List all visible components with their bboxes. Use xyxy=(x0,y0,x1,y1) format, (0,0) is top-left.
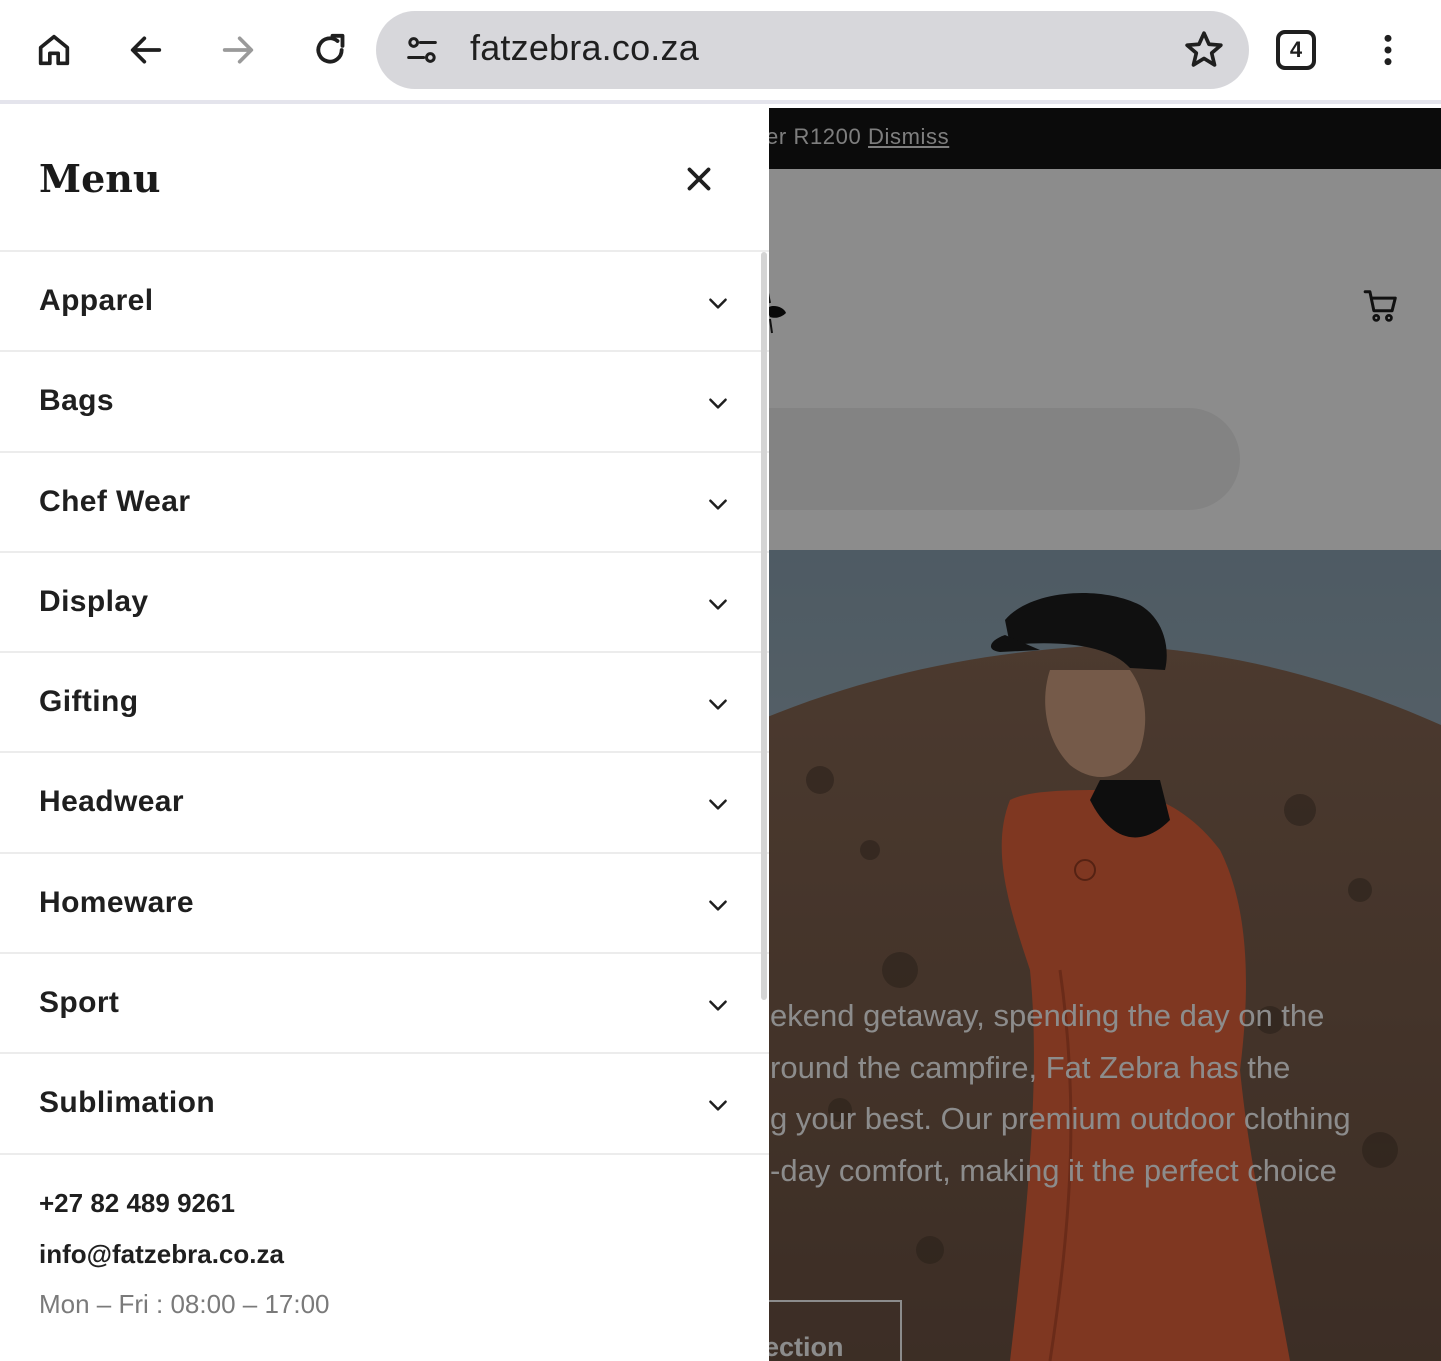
chevron-down-icon[interactable] xyxy=(705,992,731,1018)
drawer-scrollbar[interactable] xyxy=(761,252,767,1000)
menu-item-apparel[interactable]: Apparel xyxy=(0,252,769,353)
menu-item-chef-wear[interactable]: Chef Wear xyxy=(0,453,769,553)
drawer-title: Menu xyxy=(39,156,161,201)
chevron-down-icon[interactable] xyxy=(705,1092,731,1118)
menu-item-homeware[interactable]: Homeware xyxy=(0,854,769,955)
home-icon xyxy=(38,34,70,66)
tab-count: 4 xyxy=(1289,37,1303,62)
browser-toolbar: fatzebra.co.za 4 xyxy=(0,0,1441,104)
more-vert-icon xyxy=(1384,34,1392,66)
chevron-down-icon[interactable] xyxy=(705,691,731,717)
phone-link[interactable]: +27 82 489 9261 xyxy=(39,1188,235,1219)
menu-item-label: Apparel xyxy=(39,284,154,317)
forward-button[interactable] xyxy=(208,22,268,78)
menu-item-bags[interactable]: Bags xyxy=(0,352,769,453)
business-hours: Mon – Fri : 08:00 – 17:00 xyxy=(39,1289,330,1319)
menu-item-display[interactable]: Display xyxy=(0,553,769,654)
menu-item-sublimation[interactable]: Sublimation xyxy=(0,1054,769,1155)
menu-drawer: Menu Apparel Bags Chef Wear Display Gift… xyxy=(0,108,769,1361)
chevron-down-icon[interactable] xyxy=(705,892,731,918)
menu-item-label: Sublimation xyxy=(39,1086,216,1120)
menu-item-label: Homeware xyxy=(39,885,194,919)
reload-icon xyxy=(316,33,345,64)
more-menu-button[interactable] xyxy=(1358,22,1418,78)
menu-item-label: Display xyxy=(39,584,149,618)
menu-item-label: Bags xyxy=(39,384,114,418)
bookmark-star-icon[interactable] xyxy=(1181,27,1227,73)
menu-item-label: Chef Wear xyxy=(39,484,191,518)
chevron-down-icon[interactable] xyxy=(705,290,731,316)
menu-item-label: Gifting xyxy=(39,685,139,719)
chevron-down-icon[interactable] xyxy=(705,491,731,517)
email-link[interactable]: info@fatzebra.co.za xyxy=(39,1239,284,1270)
reload-button[interactable] xyxy=(300,22,360,78)
back-button[interactable] xyxy=(116,22,176,78)
menu-item-headwear[interactable]: Headwear xyxy=(0,753,769,854)
url-text[interactable]: fatzebra.co.za xyxy=(470,27,699,69)
close-icon[interactable] xyxy=(680,160,718,198)
site-settings-icon[interactable] xyxy=(402,30,442,70)
address-bar[interactable]: fatzebra.co.za xyxy=(376,11,1249,89)
back-icon xyxy=(130,36,162,64)
forward-icon xyxy=(222,36,254,64)
menu-item-label: Headwear xyxy=(39,785,184,819)
menu-item-label: Sport xyxy=(39,986,120,1020)
home-button[interactable] xyxy=(24,22,84,78)
chevron-down-icon[interactable] xyxy=(705,591,731,617)
menu-item-sport[interactable]: Sport xyxy=(0,954,769,1055)
tab-switcher-button[interactable]: 4 xyxy=(1276,30,1316,70)
chevron-down-icon[interactable] xyxy=(705,791,731,817)
menu-item-gifting[interactable]: Gifting xyxy=(0,653,769,754)
menu-list: Apparel Bags Chef Wear Display Gifting H… xyxy=(0,250,769,1155)
chevron-down-icon[interactable] xyxy=(705,390,731,416)
